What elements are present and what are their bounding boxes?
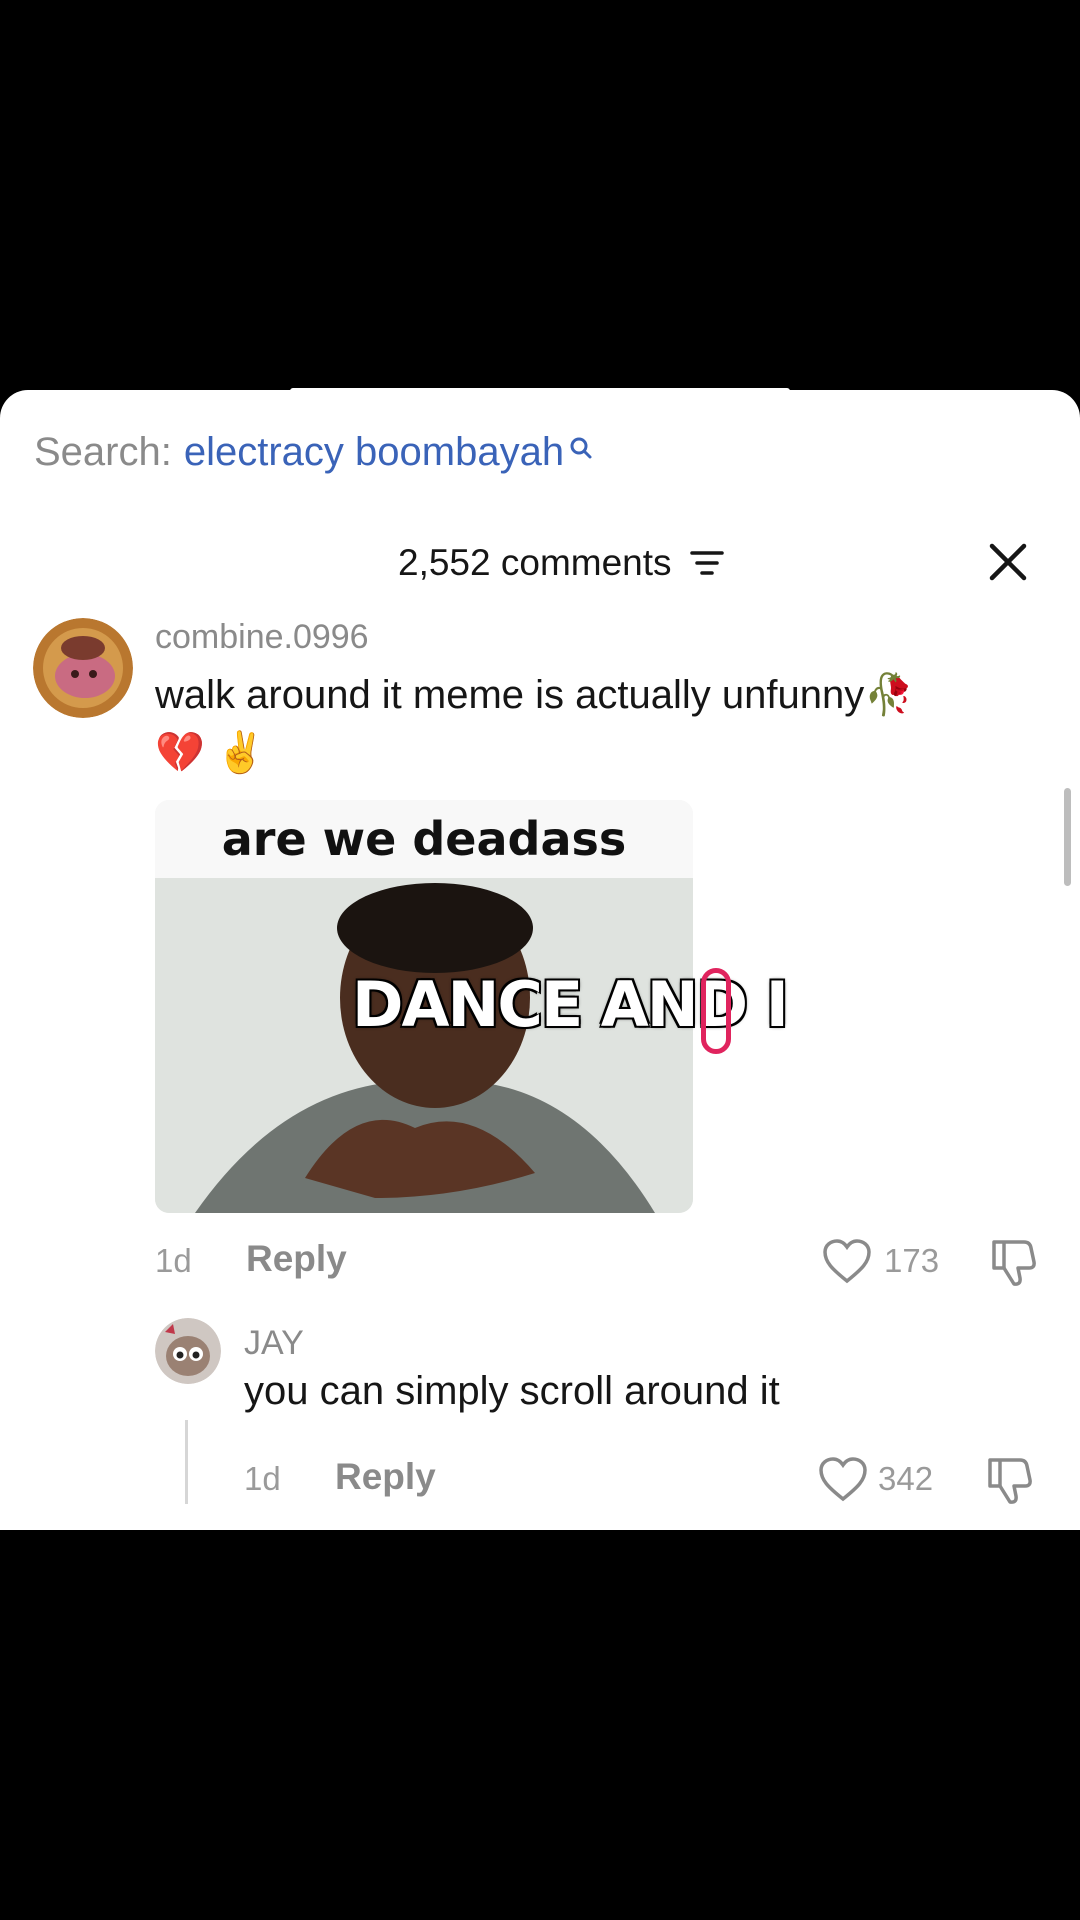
comment-time: 1d	[155, 1242, 192, 1279]
meme-photo	[155, 878, 693, 1213]
heart-icon[interactable]	[818, 1456, 868, 1507]
reply-text: you can simply scroll around it	[244, 1369, 780, 1413]
close-icon[interactable]	[986, 540, 1030, 589]
avatar[interactable]	[155, 1318, 221, 1384]
reply-button[interactable]: Reply	[335, 1456, 436, 1498]
search-term[interactable]: electracy boombayah	[184, 432, 564, 472]
dislike-icon[interactable]	[984, 1456, 1034, 1511]
search-prefix: Search:	[34, 430, 172, 474]
comment-text-line: walk around it meme is actually unfunny🥀	[155, 673, 915, 717]
comment-text: walk around it meme is actually unfunny🥀…	[155, 666, 1015, 782]
reply-username[interactable]: JAY	[244, 1324, 304, 1363]
text-cursor	[701, 968, 731, 1054]
like-count: 173	[884, 1242, 940, 1279]
dislike-icon[interactable]	[988, 1238, 1038, 1293]
meme-top-caption: are we deadass	[155, 800, 693, 878]
thread-line	[185, 1420, 188, 1504]
scrollbar[interactable]	[1064, 788, 1071, 886]
sort-filter-icon[interactable]	[690, 548, 724, 583]
comment-username[interactable]: combine.0996	[155, 618, 369, 657]
heart-icon[interactable]	[822, 1238, 872, 1289]
search-icon	[568, 428, 594, 468]
comments-sheet: Search: electracy boombayah 2,552 commen…	[0, 390, 1080, 1530]
comment-count: 2,552 comments	[398, 542, 672, 583]
comment-emoji-line: 💔 ✌️	[155, 731, 266, 775]
like-count: 342	[878, 1460, 934, 1497]
search-suggestion[interactable]: Search: electracy boombayah	[34, 432, 594, 472]
avatar[interactable]	[33, 618, 133, 718]
reply-button[interactable]: Reply	[246, 1238, 347, 1280]
comments-header: 2,552 comments	[0, 540, 1080, 590]
reply-time: 1d	[244, 1460, 281, 1497]
